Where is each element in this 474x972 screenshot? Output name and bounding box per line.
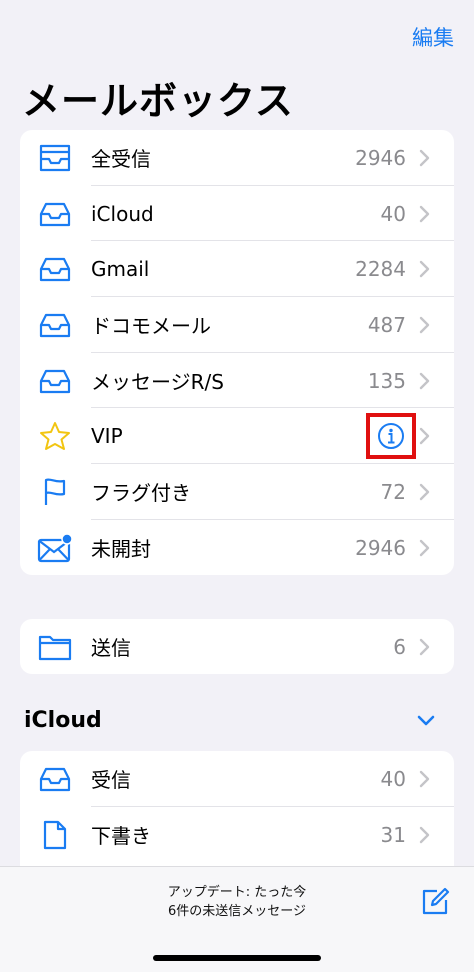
mailbox-row-docomo[interactable]: ドコモメール 487 (20, 297, 454, 353)
chevron-right-icon (419, 316, 430, 334)
mailbox-label: フラグ付き (91, 481, 191, 506)
mailbox-label: Gmail (91, 257, 150, 282)
mailbox-label: メッセージR/S (91, 370, 224, 395)
mailbox-label: 未開封 (91, 537, 151, 562)
mailboxes-list: 全受信 2946 iCloud 40 Gmail 2284 ドコモメール 487 (20, 130, 454, 575)
chevron-right-icon (419, 205, 430, 222)
inbox-icon (37, 310, 73, 340)
mailbox-row-icloud-inbox[interactable]: 受信 40 (20, 751, 454, 807)
mailbox-row-icloud[interactable]: iCloud 40 (20, 186, 454, 242)
mailbox-label: ドコモメール (91, 314, 211, 339)
unread-envelope-icon (37, 532, 73, 563)
mailbox-count: 6 (393, 634, 406, 659)
mailbox-count: 31 (380, 822, 406, 847)
chevron-right-icon (419, 428, 430, 445)
folder-icon (37, 632, 73, 662)
chevron-right-icon (419, 483, 430, 501)
mailbox-row-flagged[interactable]: フラグ付き 72 (20, 464, 454, 520)
section-header-icloud[interactable]: iCloud (24, 708, 102, 733)
mailbox-count: 72 (380, 479, 406, 504)
mailbox-count: 2284 (355, 257, 406, 282)
mailbox-label: 受信 (91, 768, 131, 793)
draft-icon (37, 820, 73, 850)
sent-mailbox-card: 送信 6 (20, 619, 454, 674)
inbox-icon (37, 199, 73, 229)
chevron-down-icon[interactable] (416, 714, 436, 728)
inbox-icon (37, 143, 73, 173)
mailbox-label: 全受信 (91, 147, 151, 172)
chevron-right-icon (419, 638, 430, 655)
mailbox-count: 487 (367, 312, 406, 337)
flag-icon (37, 477, 73, 507)
inbox-icon (37, 254, 73, 284)
mailbox-count: 40 (380, 201, 406, 226)
mailbox-label: 下書き (91, 824, 151, 849)
mailbox-label: VIP (91, 424, 123, 449)
mailbox-count: 2946 (355, 145, 406, 170)
mailbox-row-all-inboxes[interactable]: 全受信 2946 (20, 130, 454, 186)
chevron-right-icon (419, 770, 430, 788)
mailbox-count: 40 (380, 766, 406, 791)
icloud-mailboxes-list: 受信 40 下書き 31 (20, 751, 454, 881)
mailbox-row-gmail[interactable]: Gmail 2284 (20, 241, 454, 298)
mailbox-row-unread[interactable]: 未開封 2946 (20, 520, 454, 575)
info-icon[interactable] (377, 422, 405, 450)
mailbox-label: 送信 (91, 636, 131, 660)
update-status: アップデート: たった今 6件の未送信メッセージ (0, 883, 474, 921)
status-unsent-text: 6件の未送信メッセージ (167, 904, 306, 919)
mailbox-label: iCloud (91, 201, 154, 226)
compose-icon[interactable] (420, 887, 450, 917)
chevron-right-icon (419, 826, 430, 843)
bottom-toolbar: アップデート: たった今 6件の未送信メッセージ (0, 866, 474, 972)
inbox-icon (37, 366, 73, 396)
page-title: メールボックス (22, 79, 294, 123)
mailbox-row-sent[interactable]: 送信 6 (20, 619, 454, 674)
edit-button[interactable]: 編集 (412, 22, 454, 52)
chevron-right-icon (419, 149, 430, 167)
status-updated-text: アップデート: たった今 (167, 885, 307, 900)
star-icon (37, 421, 73, 451)
mailbox-count: 135 (367, 368, 406, 393)
mailbox-row-message-rs[interactable]: メッセージR/S 135 (20, 353, 454, 409)
vip-info-highlight[interactable] (366, 413, 416, 460)
chevron-right-icon (419, 372, 430, 389)
mailbox-row-drafts[interactable]: 下書き 31 (20, 807, 454, 863)
chevron-right-icon (419, 539, 430, 556)
mailbox-count: 2946 (355, 535, 406, 560)
mailbox-row-vip[interactable]: VIP (20, 408, 454, 465)
chevron-right-icon (419, 261, 430, 278)
home-indicator (153, 955, 321, 961)
inbox-icon (37, 764, 73, 794)
